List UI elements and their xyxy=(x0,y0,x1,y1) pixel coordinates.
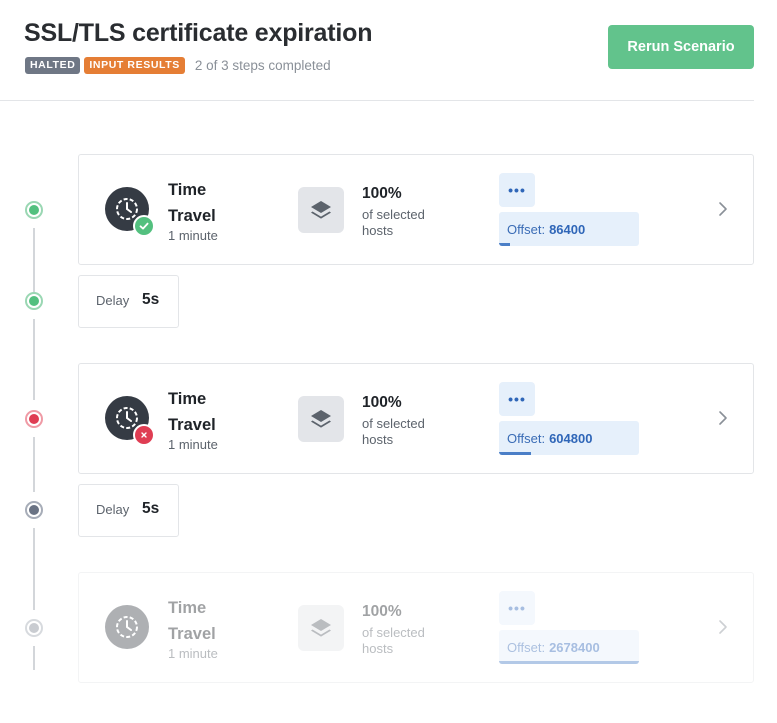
timeline-rail xyxy=(33,228,35,292)
timeline-dot-failed xyxy=(25,410,43,428)
delay-label: Delay xyxy=(96,502,130,517)
offset-label: Offset: xyxy=(507,221,546,237)
timeline-dot-halted xyxy=(25,501,43,519)
more-options-button[interactable]: ••• xyxy=(499,173,535,207)
page-title: SSL/TLS certificate expiration xyxy=(24,19,373,47)
offset-field: Offset: 604800 xyxy=(499,421,639,455)
clock-icon xyxy=(105,396,155,446)
check-icon xyxy=(133,215,155,237)
offset-progress-bar xyxy=(499,452,532,455)
targets-percent: 100% xyxy=(362,394,402,411)
x-icon xyxy=(133,424,155,446)
timeline-dot-success xyxy=(25,292,43,310)
more-options-button[interactable]: ••• xyxy=(499,591,535,625)
timeline-dot-success xyxy=(25,201,43,219)
targets-label: of selected hosts xyxy=(362,207,425,238)
offset-value: 604800 xyxy=(549,430,593,446)
step-name: Time Travel xyxy=(168,181,216,225)
chevron-right-icon[interactable] xyxy=(717,409,729,432)
offset-value: 2678400 xyxy=(549,639,600,655)
step-duration: 1 minute xyxy=(168,228,218,243)
step-card[interactable]: Time Travel 1 minute 100% of selected ho… xyxy=(78,363,754,474)
rerun-scenario-button[interactable]: Rerun Scenario xyxy=(608,25,754,69)
layers-icon xyxy=(298,187,344,233)
timeline-rail xyxy=(33,437,35,492)
delay-card: Delay 5s xyxy=(78,484,179,537)
offset-field: Offset: 86400 xyxy=(499,212,639,246)
layers-icon xyxy=(298,396,344,442)
targets-percent: 100% xyxy=(362,185,402,202)
status-badges: HALTED INPUT RESULTS 2 of 3 steps comple… xyxy=(25,56,331,74)
timeline-rail xyxy=(33,319,35,400)
delay-value: 5s xyxy=(142,500,160,517)
step-duration: 1 minute xyxy=(168,437,218,452)
offset-progress-bar xyxy=(499,243,511,246)
clock-icon xyxy=(105,187,155,237)
step-card[interactable]: Time Travel 1 minute 100% of selected ho… xyxy=(78,572,754,683)
delay-card: Delay 5s xyxy=(78,275,179,328)
step-duration: 1 minute xyxy=(168,646,218,661)
offset-progress-bar xyxy=(499,661,639,664)
steps-progress-text: 2 of 3 steps completed xyxy=(194,57,331,73)
input-results-badge: INPUT RESULTS xyxy=(84,56,185,74)
offset-field: Offset: 2678400 xyxy=(499,630,639,664)
timeline-rail xyxy=(33,646,35,670)
offset-label: Offset: xyxy=(507,430,546,446)
offset-value: 86400 xyxy=(549,221,586,237)
targets-label: of selected hosts xyxy=(362,625,425,656)
timeline-rail xyxy=(33,528,35,610)
chevron-right-icon[interactable] xyxy=(717,200,729,223)
offset-label: Offset: xyxy=(507,639,546,655)
more-options-button[interactable]: ••• xyxy=(499,382,535,416)
timeline-dot-pending xyxy=(25,619,43,637)
halted-badge: HALTED xyxy=(25,56,81,74)
clock-icon xyxy=(105,605,149,649)
targets-label: of selected hosts xyxy=(362,416,425,447)
step-card[interactable]: Time Travel 1 minute 100% of selected ho… xyxy=(78,154,754,265)
delay-value: 5s xyxy=(142,291,160,308)
step-name: Time Travel xyxy=(168,599,216,643)
delay-label: Delay xyxy=(96,293,130,308)
layers-icon xyxy=(298,605,344,651)
step-name: Time Travel xyxy=(168,390,216,434)
chevron-right-icon[interactable] xyxy=(717,618,729,641)
targets-percent: 100% xyxy=(362,603,402,620)
header-divider xyxy=(0,100,754,101)
